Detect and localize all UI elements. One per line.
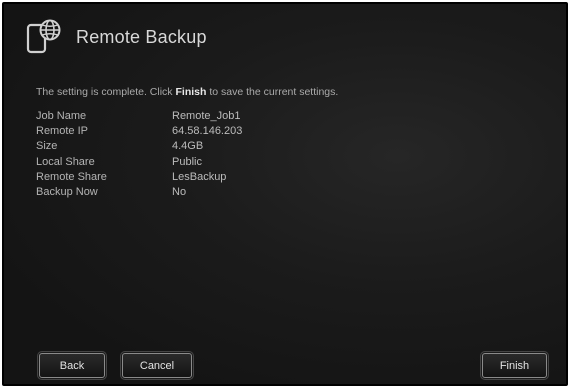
summary-value: 64.58.146.203 [172, 125, 243, 138]
summary-label: Backup Now [36, 185, 98, 198]
completion-message: The setting is complete. Click Finish to… [36, 86, 338, 98]
summary-label: Size [36, 140, 58, 153]
remote-backup-icon [26, 19, 61, 54]
summary-row-remote-share: Remote Share LesBackup [36, 170, 242, 185]
settings-summary: Job Name Remote_Job1 Remote IP 64.58.146… [36, 109, 242, 200]
summary-value: Remote_Job1 [172, 110, 241, 122]
back-button[interactable]: Back [39, 353, 105, 378]
summary-label: Remote IP [36, 125, 88, 138]
summary-row-size: Size 4.4GB [36, 139, 242, 154]
finish-button[interactable]: Finish [482, 353, 547, 378]
summary-row-local-share: Local Share Public [36, 155, 242, 170]
remote-backup-wizard: Remote Backup The setting is complete. C… [4, 4, 566, 384]
wizard-header: Remote Backup [26, 19, 207, 54]
summary-label: Remote Share [36, 170, 107, 183]
message-prefix: The setting is complete. Click [36, 86, 173, 98]
summary-row-backup-now: Backup Now No [36, 185, 242, 200]
summary-value: Public [172, 155, 202, 168]
message-emphasis: Finish [175, 86, 207, 98]
cancel-button[interactable]: Cancel [122, 353, 192, 378]
message-suffix: to save the current settings. [209, 86, 339, 98]
summary-label: Job Name [36, 110, 87, 122]
summary-row-remote-ip: Remote IP 64.58.146.203 [36, 124, 242, 139]
summary-label: Local Share [36, 155, 95, 168]
dialog-frame: Remote Backup The setting is complete. C… [2, 2, 568, 386]
summary-value: 4.4GB [172, 140, 204, 153]
summary-row-job-name: Job Name Remote_Job1 [36, 109, 242, 124]
page-title: Remote Backup [76, 26, 207, 47]
summary-value: LesBackup [172, 170, 227, 183]
summary-value: No [172, 185, 187, 198]
